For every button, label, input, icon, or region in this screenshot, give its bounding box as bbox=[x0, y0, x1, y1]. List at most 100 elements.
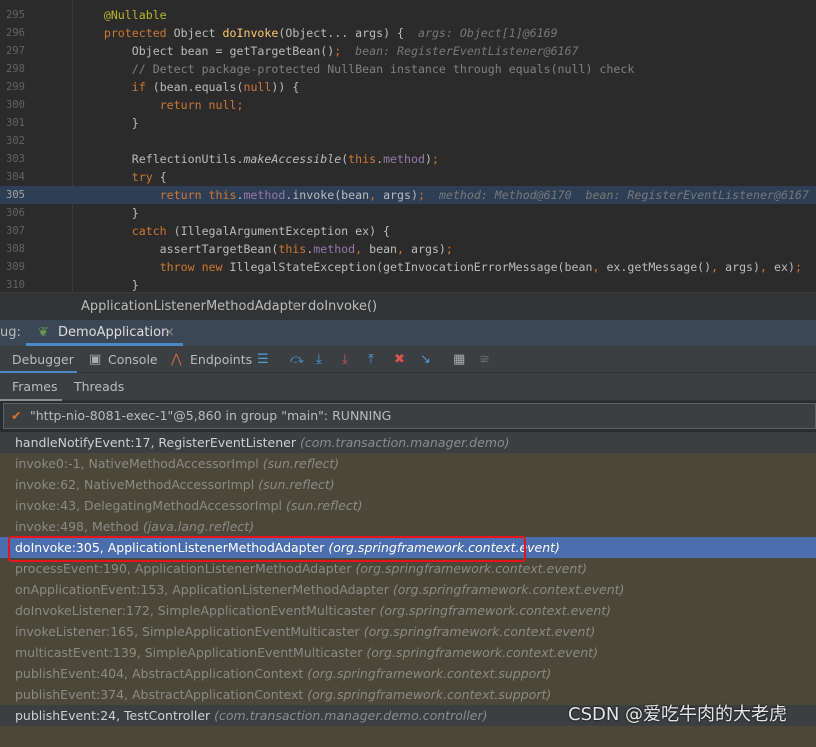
code-token: , bbox=[592, 260, 607, 274]
code-text: try { bbox=[48, 168, 167, 186]
tab-debugger[interactable]: Debugger bbox=[0, 346, 77, 373]
code-line[interactable]: 299 if (bean.equals(null)) { bbox=[0, 78, 816, 96]
step-into-icon[interactable]: ⤓ bbox=[316, 346, 322, 373]
code-token: args) bbox=[725, 260, 761, 274]
frame-method: invoke:62, NativeMethodAccessorImpl bbox=[15, 477, 255, 492]
line-number[interactable]: 301 bbox=[6, 114, 32, 132]
line-number[interactable]: 295 bbox=[6, 6, 32, 24]
chevron-right-icon: › bbox=[292, 299, 298, 314]
frame-item[interactable]: doInvokeListener:172, SimpleApplicationE… bbox=[0, 600, 816, 621]
code-line[interactable]: 295 @Nullable bbox=[0, 6, 816, 24]
frame-item[interactable]: invoke0:-1, NativeMethodAccessorImpl (sun… bbox=[0, 453, 816, 474]
code-line[interactable]: 308 assertTargetBean(this.method, bean, … bbox=[0, 240, 816, 258]
frame-package: (sun.reflect) bbox=[286, 498, 363, 513]
frame-method: invokeListener:165, SimpleApplicationEve… bbox=[15, 624, 360, 639]
watermark: CSDN @爱吃牛肉的大老虎 bbox=[568, 704, 788, 725]
code-editor[interactable]: 295 @Nullable 296 protected Object doInvo… bbox=[0, 0, 816, 292]
code-line[interactable]: 309 throw new IllegalStateException(getI… bbox=[0, 258, 816, 276]
line-number[interactable]: 298 bbox=[6, 60, 32, 78]
step-over-icon[interactable]: ⤼ bbox=[290, 346, 304, 373]
code-token: // Detect package-protected NullBean ins… bbox=[131, 62, 635, 76]
close-icon[interactable]: × bbox=[164, 320, 175, 346]
code-token: , bbox=[369, 188, 384, 202]
code-text: return this.method.invoke(bean, args); m… bbox=[48, 186, 809, 204]
frame-method: handleNotifyEvent:17, RegisterEventListe… bbox=[15, 435, 296, 450]
code-line[interactable]: 306 } bbox=[0, 204, 816, 222]
code-line[interactable]: 307 catch (IllegalArgumentException ex) … bbox=[0, 222, 816, 240]
tab-frames[interactable]: Frames bbox=[0, 373, 62, 401]
line-number[interactable]: 297 bbox=[6, 42, 32, 60]
thread-selector[interactable]: ✔ "http-nio-8081-exec-1"@5,860 in group … bbox=[3, 403, 816, 429]
frame-item[interactable]: invoke:62, NativeMethodAccessorImpl (sun.… bbox=[0, 474, 816, 495]
code-token: throw new bbox=[159, 260, 230, 274]
tab-demo-application[interactable]: ❦ DemoApplication × bbox=[26, 320, 183, 346]
code-line[interactable]: 301 } bbox=[0, 114, 816, 132]
drop-frame-icon[interactable]: ✖ bbox=[394, 346, 405, 373]
code-token: args) bbox=[383, 188, 418, 202]
frame-item-partial[interactable] bbox=[0, 726, 816, 747]
frame-method: processEvent:190, ApplicationListenerMet… bbox=[15, 561, 352, 576]
code-token: method bbox=[383, 152, 425, 166]
restore-layout-icon[interactable]: ☰ bbox=[257, 346, 269, 373]
code-text: return null; bbox=[48, 96, 244, 114]
code-token: (IllegalArgumentException ex) { bbox=[173, 224, 391, 238]
code-line[interactable]: 296 protected Object doInvoke(Object... … bbox=[0, 24, 816, 42]
code-token: ; bbox=[431, 152, 439, 166]
line-number[interactable]: 300 bbox=[6, 96, 32, 114]
tab-threads[interactable]: Threads bbox=[74, 373, 124, 401]
line-number[interactable]: 306 bbox=[6, 204, 32, 222]
run-to-cursor-icon[interactable]: ↘ bbox=[420, 346, 431, 373]
frame-item[interactable]: invokeListener:165, SimpleApplicationEve… bbox=[0, 621, 816, 642]
line-number[interactable]: 308 bbox=[6, 240, 32, 258]
code-token: { bbox=[159, 170, 167, 184]
step-out-icon[interactable]: ⤒ bbox=[368, 346, 374, 373]
tab-endpoints[interactable]: Endpoints bbox=[190, 346, 252, 373]
code-text: ReflectionUtils.makeAccessible(this.meth… bbox=[48, 150, 439, 168]
code-token: .invoke(bean bbox=[285, 188, 370, 202]
frame-method: publishEvent:24, TestController bbox=[15, 708, 211, 723]
code-token: return this bbox=[159, 188, 237, 202]
line-number[interactable]: 307 bbox=[6, 222, 32, 240]
frame-method: publishEvent:404, AbstractApplicationCon… bbox=[15, 666, 304, 681]
spring-boot-icon: ❦ bbox=[38, 325, 49, 340]
frames-threads-tabs: Frames Threads bbox=[0, 373, 816, 401]
code-line[interactable]: 297 Object bean = getTargetBean(); bean:… bbox=[0, 42, 816, 60]
tab-console[interactable]: Console bbox=[108, 346, 158, 373]
frame-package: (sun.reflect) bbox=[262, 456, 340, 471]
frame-package: (java.lang.reflect) bbox=[142, 519, 255, 534]
frame-item[interactable]: multicastEvent:139, SimpleApplicationEve… bbox=[0, 642, 816, 663]
code-line[interactable]: 303 ReflectionUtils.makeAccessible(this.… bbox=[0, 150, 816, 168]
frame-item[interactable]: onApplicationEvent:153, ApplicationListe… bbox=[0, 579, 816, 600]
line-number[interactable]: 305 bbox=[6, 186, 32, 204]
breadcrumb-method[interactable]: doInvoke() bbox=[308, 293, 377, 321]
code-line[interactable]: 304 try { bbox=[0, 168, 816, 186]
line-number[interactable]: 304 bbox=[6, 168, 32, 186]
line-number[interactable]: 296 bbox=[6, 24, 32, 42]
frame-package: (com.transaction.manager.demo) bbox=[300, 435, 510, 450]
frame-item[interactable]: invoke:498, Method (java.lang.reflect) bbox=[0, 516, 816, 537]
line-number[interactable]: 299 bbox=[6, 78, 32, 96]
frame-method: multicastEvent:139, SimpleApplicationEve… bbox=[15, 645, 363, 660]
frame-item[interactable]: handleNotifyEvent:17, RegisterEventListe… bbox=[0, 432, 816, 453]
line-number[interactable]: 309 bbox=[6, 258, 32, 276]
breadcrumb-class[interactable]: ApplicationListenerMethodAdapter bbox=[81, 293, 306, 321]
frame-package: (org.springframework.context.event) bbox=[355, 561, 588, 576]
line-number[interactable]: 303 bbox=[6, 150, 32, 168]
code-line[interactable]: 302 bbox=[0, 132, 816, 150]
code-token: ; bbox=[794, 260, 802, 274]
frame-item[interactable]: publishEvent:404, AbstractApplicationCon… bbox=[0, 663, 816, 684]
code-line[interactable]: 300 return null; bbox=[0, 96, 816, 114]
code-line[interactable]: 298 // Detect package-protected NullBean… bbox=[0, 60, 816, 78]
force-step-into-icon[interactable]: ⤓ bbox=[342, 346, 348, 373]
frame-item[interactable]: invoke:43, DelegatingMethodAccessorImpl(… bbox=[0, 495, 816, 516]
code-line[interactable]: 305 return this.method.invoke(bean, args… bbox=[0, 186, 816, 204]
code-token: null bbox=[243, 80, 272, 94]
trace-icon[interactable]: ≆ bbox=[479, 346, 490, 373]
evaluate-expression-icon[interactable]: ▦ bbox=[453, 346, 465, 373]
code-token: , bbox=[397, 242, 411, 256]
frame-package: (org.springframework.context.event) bbox=[392, 582, 625, 597]
line-number[interactable]: 302 bbox=[6, 132, 32, 150]
